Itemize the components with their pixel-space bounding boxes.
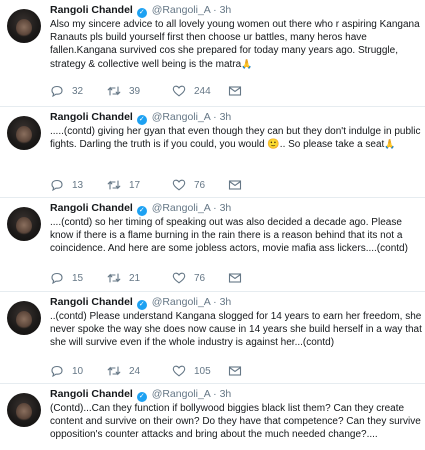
reply-button[interactable]: 13: [50, 179, 83, 191]
tweet-header: Rangoli Chandel ✓ @Rangoli_A · 3h: [50, 111, 232, 125]
verified-badge-icon: ✓: [136, 115, 147, 125]
message-icon: [228, 179, 242, 191]
like-count: 76: [194, 179, 206, 191]
tweet-time[interactable]: 3h: [220, 388, 232, 400]
retweet-count: 17: [129, 179, 141, 191]
retweet-icon: [107, 272, 121, 284]
author-name[interactable]: Rangoli Chandel: [50, 202, 133, 214]
tweet-header: Rangoli Chandel ✓ @Rangoli_A · 3h: [50, 4, 232, 18]
retweet-count: 39: [129, 85, 141, 97]
tweet[interactable]: Rangoli Chandel ✓ @Rangoli_A · 3h ....(c…: [0, 198, 425, 292]
direct-message-button[interactable]: [228, 85, 250, 97]
verified-badge-icon: ✓: [136, 8, 147, 18]
retweet-button[interactable]: 17: [107, 179, 140, 191]
avatar[interactable]: [7, 393, 41, 427]
tweet[interactable]: Rangoli Chandel ✓ @Rangoli_A · 3h Also m…: [0, 0, 425, 107]
message-icon: [228, 85, 242, 97]
reply-count: 10: [72, 365, 84, 377]
smiling-face-emoji: 🙂: [267, 139, 280, 151]
verified-badge-icon: ✓: [136, 206, 147, 216]
reply-icon: [50, 272, 64, 284]
folded-hands-emoji: 🙏: [241, 58, 253, 69]
reply-count: 32: [72, 85, 84, 97]
author-handle[interactable]: @Rangoli_A: [152, 202, 211, 214]
tweet-time[interactable]: 3h: [220, 111, 232, 123]
tweet-header: Rangoli Chandel ✓ @Rangoli_A · 3h: [50, 388, 232, 402]
tweet-text: (Contd)...Can they function if bollywood…: [50, 403, 421, 441]
reply-icon: [50, 365, 64, 377]
direct-message-button[interactable]: [228, 272, 250, 284]
like-icon: [172, 179, 186, 191]
like-button[interactable]: 244: [172, 85, 211, 97]
avatar[interactable]: [7, 9, 41, 43]
reply-button[interactable]: 10: [50, 365, 83, 377]
tweet-text: ....(contd) so her timing of speaking ou…: [50, 217, 408, 255]
like-icon: [172, 365, 186, 377]
author-name[interactable]: Rangoli Chandel: [50, 4, 133, 16]
like-icon: [172, 85, 186, 97]
reply-count: 13: [72, 179, 84, 191]
direct-message-button[interactable]: [228, 179, 250, 191]
retweet-icon: [107, 85, 121, 97]
folded-hands-emoji: 🙏: [384, 139, 396, 150]
retweet-icon: [107, 365, 121, 377]
retweet-button[interactable]: 21: [107, 272, 140, 284]
like-button[interactable]: 105: [172, 365, 211, 377]
like-count: 244: [194, 85, 211, 97]
tweet-text: .....(contd) giving her gyan that even t…: [50, 126, 421, 151]
like-count: 76: [194, 272, 206, 284]
tweet-text: ..(contd) Please understand Kangana slog…: [50, 311, 422, 349]
like-icon: [172, 272, 186, 284]
tweet[interactable]: Rangoli Chandel ✓ @Rangoli_A · 3h ..(con…: [0, 292, 425, 384]
tweet[interactable]: Rangoli Chandel ✓ @Rangoli_A · 3h .....(…: [0, 107, 425, 198]
like-button[interactable]: 76: [172, 179, 205, 191]
avatar[interactable]: [7, 301, 41, 335]
tweet-header: Rangoli Chandel ✓ @Rangoli_A · 3h: [50, 296, 232, 310]
message-icon: [228, 272, 242, 284]
verified-badge-icon: ✓: [136, 300, 147, 310]
author-name[interactable]: Rangoli Chandel: [50, 388, 133, 400]
reply-button[interactable]: 15: [50, 272, 83, 284]
retweet-count: 21: [129, 272, 141, 284]
retweet-button[interactable]: 24: [107, 365, 140, 377]
retweet-icon: [107, 179, 121, 191]
reply-count: 15: [72, 272, 84, 284]
author-handle[interactable]: @Rangoli_A: [152, 111, 211, 123]
tweet-text: Also my sincere advice to all lovely you…: [50, 19, 420, 70]
like-button[interactable]: 76: [172, 272, 205, 284]
like-count: 105: [194, 365, 211, 377]
message-icon: [228, 365, 242, 377]
author-name[interactable]: Rangoli Chandel: [50, 296, 133, 308]
tweet-time[interactable]: 3h: [220, 4, 232, 16]
tweet-header: Rangoli Chandel ✓ @Rangoli_A · 3h: [50, 202, 232, 216]
author-handle[interactable]: @Rangoli_A: [152, 296, 211, 308]
reply-icon: [50, 85, 64, 97]
direct-message-button[interactable]: [228, 365, 250, 377]
avatar[interactable]: [7, 116, 41, 150]
tweet-time[interactable]: 3h: [220, 202, 232, 214]
avatar[interactable]: [7, 207, 41, 241]
reply-icon: [50, 179, 64, 191]
verified-badge-icon: ✓: [136, 392, 147, 402]
reply-button[interactable]: 32: [50, 85, 83, 97]
author-name[interactable]: Rangoli Chandel: [50, 111, 133, 123]
tweet-time[interactable]: 3h: [220, 296, 232, 308]
retweet-button[interactable]: 39: [107, 85, 140, 97]
tweet[interactable]: Rangoli Chandel ✓ @Rangoli_A · 3h (Contd…: [0, 384, 425, 450]
retweet-count: 24: [129, 365, 141, 377]
author-handle[interactable]: @Rangoli_A: [152, 4, 211, 16]
author-handle[interactable]: @Rangoli_A: [152, 388, 211, 400]
